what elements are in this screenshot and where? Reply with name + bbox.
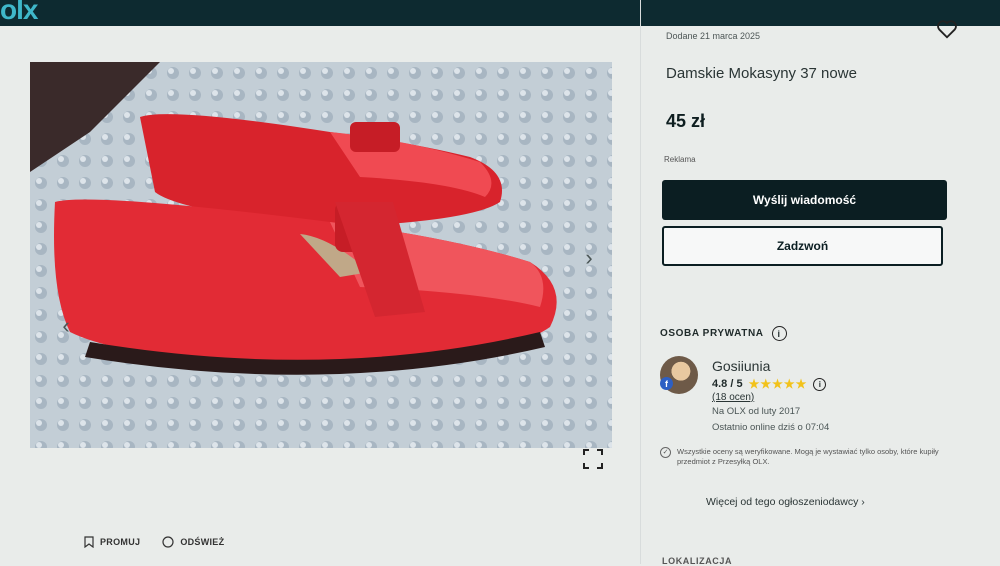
location-heading: LOKALIZACJA <box>662 556 733 566</box>
listing-owner-actions: PROMUJ ODŚWIEŻ <box>84 536 224 548</box>
seller-type-label: OSOBA PRYWATNA <box>660 328 764 339</box>
last-online: Ostatnio online dziś o 07:04 <box>712 422 830 433</box>
listing-details-panel: Dodane 21 marca 2025 Damskie Mokasyny 37… <box>640 0 980 566</box>
seller-type: OSOBA PRYWATNA i <box>660 326 787 341</box>
olx-logo[interactable]: olx <box>0 0 38 26</box>
fullscreen-icon[interactable] <box>582 448 604 470</box>
photo-gallery[interactable]: ‹ › <box>30 62 612 448</box>
listing-price: 45 zł <box>666 111 706 131</box>
promote-button[interactable]: PROMUJ <box>84 536 140 548</box>
more-from-seller-link[interactable]: Więcej od tego ogłoszeniodawcy › <box>706 496 865 508</box>
seller-name[interactable]: Gosiiunia <box>712 358 770 374</box>
heart-icon[interactable] <box>936 18 958 40</box>
reviews-link[interactable]: (18 ocen) <box>712 392 754 403</box>
member-since: Na OLX od luty 2017 <box>712 406 801 417</box>
gallery-next-button[interactable]: › <box>577 242 601 274</box>
facebook-icon: f <box>660 377 673 390</box>
send-message-button[interactable]: Wyślij wiadomość <box>662 180 947 220</box>
listing-title: Damskie Mokasyny 37 nowe <box>666 65 857 82</box>
chevron-right-icon: › <box>585 245 593 270</box>
verified-ratings-note: ✓ Wszystkie oceny są weryfikowane. Mogą … <box>660 447 950 467</box>
star-rating-icon: ★★★★★ <box>748 377 808 391</box>
info-icon[interactable]: i <box>771 326 787 341</box>
check-icon: ✓ <box>660 447 671 458</box>
posted-date: Dodane 21 marca 2025 <box>666 31 761 41</box>
ad-label: Reklama <box>664 155 696 164</box>
chevron-left-icon: ‹ <box>62 313 70 338</box>
chevron-right-icon: › <box>861 496 865 508</box>
refresh-button[interactable]: ODŚWIEŻ <box>162 536 224 548</box>
refresh-label: ODŚWIEŻ <box>180 537 225 547</box>
rating-info-icon[interactable]: i <box>813 377 827 391</box>
promote-label: PROMUJ <box>100 537 141 547</box>
gallery-prev-button[interactable]: ‹ <box>54 310 78 342</box>
seller-rating: 4.8 / 5 ★★★★★ i <box>712 377 827 391</box>
verified-note-text: Wszystkie oceny są weryfikowane. Mogą je… <box>677 447 939 466</box>
more-ads-label: Więcej od tego ogłoszeniodawcy <box>706 496 859 508</box>
call-button[interactable]: Zadzwoń <box>662 226 943 266</box>
bookmark-icon <box>84 536 94 548</box>
product-photo <box>30 62 612 448</box>
refresh-icon <box>162 536 174 548</box>
rating-value: 4.8 / 5 <box>712 378 743 390</box>
